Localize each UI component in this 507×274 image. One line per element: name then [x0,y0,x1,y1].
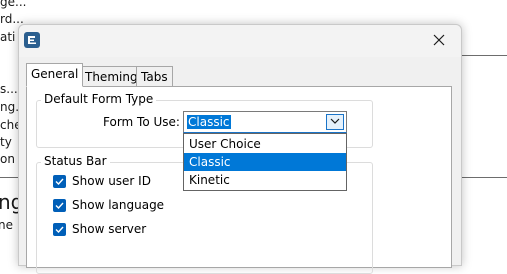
bg-text-fragment: ne [0,218,13,232]
bg-text-fragment: s... [0,82,18,96]
bg-text-fragment: ty [0,135,12,149]
status-bar-group-title: Status Bar [41,154,110,168]
form-to-use-dropdown-list: User Choice Classic Kinetic [183,133,347,191]
bg-text-fragment: ge... [0,0,27,9]
checkbox-checked-icon [53,199,66,212]
combo-selected-value: Classic [187,115,231,129]
close-button[interactable] [417,25,461,55]
bg-text-fragment: ati [0,30,16,44]
tab-general-label: General [31,67,79,81]
dropdown-option-classic[interactable]: Classic [184,153,346,171]
tab-general[interactable]: General [26,63,84,87]
checkbox-checked-icon [53,175,66,188]
dropdown-option-kinetic[interactable]: Kinetic [184,171,346,189]
tab-theming[interactable]: Theming [80,66,143,88]
tab-tabs[interactable]: Tabs [136,66,173,88]
app-logo-icon [24,32,40,48]
close-icon [433,34,445,46]
bg-divider [0,177,18,178]
checkbox-checked-icon [53,223,66,236]
form-to-use-combobox[interactable]: Classic [183,111,347,133]
show-server-label: Show server [72,222,147,236]
dialog-titlebar[interactable] [19,25,461,57]
bg-text-fragment: on [0,152,15,166]
tab-tabs-label: Tabs [141,70,168,84]
bg-divider [460,177,507,178]
dropdown-option-user-choice[interactable]: User Choice [184,135,346,153]
form-type-group-title: Default Form Type [41,92,157,106]
chevron-down-icon [330,118,340,124]
show-language-label: Show language [72,198,165,212]
bg-divider [460,55,507,56]
combo-dropdown-button[interactable] [326,114,344,130]
settings-dialog: General Theming Tabs Default Form Type F… [18,24,462,274]
show-user-id-label: Show user ID [72,174,151,188]
form-to-use-label: Form To Use: [103,115,180,129]
tab-theming-label: Theming [85,70,138,84]
